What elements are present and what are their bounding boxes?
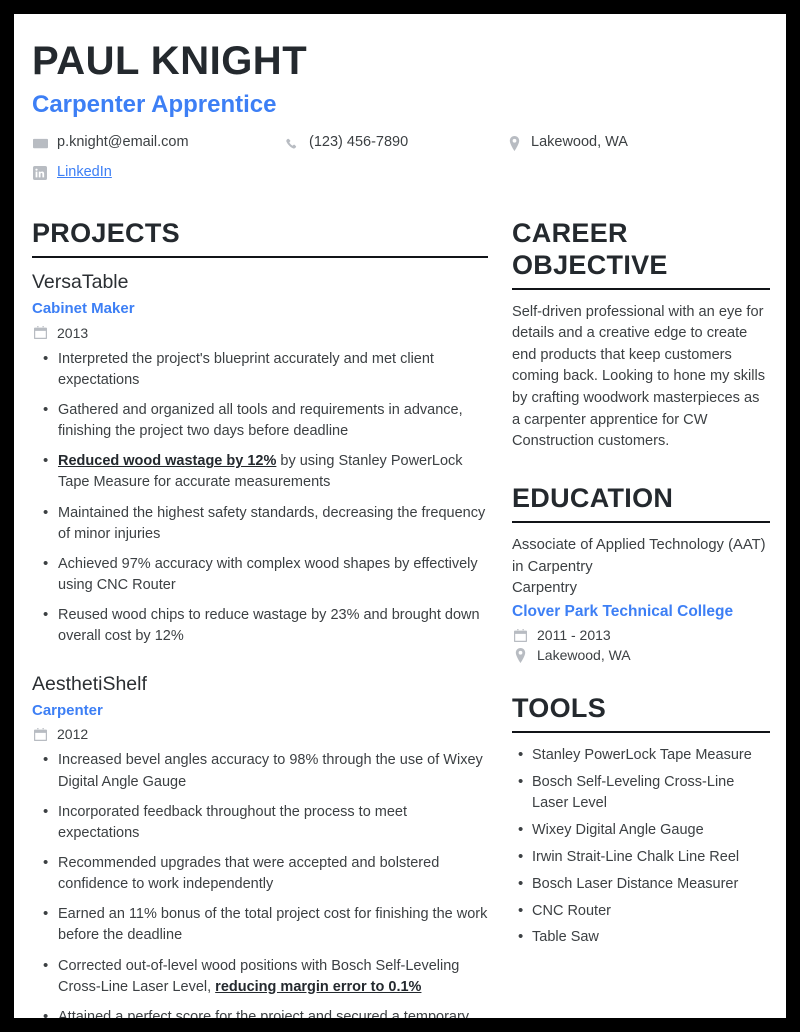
map-pin-icon (506, 135, 522, 151)
phone-icon (284, 135, 300, 151)
bullet-item: Attained a perfect score for the project… (43, 1006, 488, 1018)
section-divider (32, 255, 488, 258)
project-date-text: 2012 (57, 726, 89, 743)
bullet-item: Gathered and organized all tools and req… (43, 399, 488, 442)
project-name: VersaTable (32, 270, 129, 293)
job-title: Carpenter Apprentice (32, 91, 277, 118)
project-name: AesthetiShelf (32, 672, 147, 695)
list-item: Bosch Self-Leveling Cross-Line Laser Lev… (518, 771, 770, 814)
bullet-item: Increased bevel angles accuracy to 98% t… (43, 749, 488, 792)
calendar-icon (32, 325, 48, 341)
page-title: PAUL KNIGHT (32, 39, 308, 83)
bullet-text: Incorporated feedback throughout the pro… (58, 803, 408, 841)
contact-phone[interactable]: (123) 456-7890 (284, 132, 506, 154)
project-entry: VersaTable Cabinet Maker 2013 • Interpre… (32, 270, 488, 648)
bullet-item: Incorporated feedback throughout the pro… (43, 801, 488, 844)
bullet-text: Maintained the highest safety standards,… (58, 504, 486, 542)
right-column: CAREER OBJECTIVE Self-driven professiona… (512, 218, 770, 1018)
contact-email[interactable]: p.knight@email.com (32, 132, 284, 154)
envelope-icon (32, 135, 48, 151)
bullet-text: Achieved 97% accuracy with complex wood … (58, 555, 478, 594)
bullet-highlight: reducing margin error to 0.1% (215, 978, 422, 995)
list-item: Irwin Strait-Line Chalk Line Reel (518, 846, 770, 868)
section-education: EDUCATION Associate of Applied Technolog… (512, 482, 770, 663)
bullet-highlight: Reduced wood wastage by 12% (58, 453, 277, 470)
bullet-text: Attained a perfect score for the project… (58, 1008, 470, 1018)
education-degree: Associate of Applied Technology (AAT) in… (512, 536, 766, 575)
project-date-text: 2013 (57, 324, 89, 341)
list-item: Bosch Laser Distance Measurer (518, 873, 770, 895)
project-role: Cabinet Maker (32, 300, 135, 318)
section-title-education: EDUCATION (512, 482, 674, 513)
section-divider (512, 731, 770, 734)
education-location-text: Lakewood, WA (537, 647, 631, 664)
contact-phone-text: (123) 456-7890 (309, 134, 409, 151)
education-date: 2011 - 2013 (512, 627, 770, 643)
list-item: Table Saw (518, 926, 770, 948)
map-pin-icon (512, 647, 528, 663)
project-role: Carpenter (32, 701, 103, 719)
contact-location-text: Lakewood, WA (531, 134, 628, 151)
project-date: 2013 (32, 325, 488, 341)
career-objective-text: Self-driven professional with an eye for… (512, 303, 766, 450)
list-item: Stanley PowerLock Tape Measure (518, 744, 770, 766)
bullet-text: Reused wood chips to reduce wastage by 2… (58, 607, 480, 645)
bullet-item: Maintained the highest safety standards,… (43, 502, 488, 545)
bullet-item: Achieved 97% accuracy with complex wood … (43, 553, 488, 596)
section-divider (512, 520, 770, 523)
education-school: Clover Park Technical College (512, 603, 734, 621)
contact-location: Lakewood, WA (506, 132, 628, 154)
column-gap (488, 218, 512, 1018)
education-location: Lakewood, WA (512, 647, 770, 663)
section-title-career-objective: CAREER OBJECTIVE (512, 217, 668, 280)
contact-linkedin-link[interactable]: LinkedIn (57, 162, 112, 184)
project-bullets: Increased bevel angles accuracy to 98% t… (32, 749, 488, 1018)
section-tools: TOOLS Stanley PowerLock Tape Measure Bos… (512, 693, 770, 948)
section-title-projects: PROJECTS (32, 217, 180, 248)
bullet-text: Interpreted the project's blueprint accu… (58, 350, 434, 388)
calendar-icon (512, 627, 528, 643)
bullet-item: Recommended upgrades that were accepted … (43, 852, 488, 895)
bullet-text: Recommended upgrades that were accepted … (58, 855, 440, 893)
resume-header: PAUL KNIGHT Carpenter Apprentice p.knigh… (32, 40, 768, 192)
resume-page: PAUL KNIGHT Carpenter Apprentice p.knigh… (14, 14, 786, 1018)
bullet-text: Gathered and organized all tools and req… (58, 401, 463, 440)
section-divider (512, 287, 770, 290)
contact-linkedin[interactable]: LinkedIn (32, 162, 768, 184)
contact-row: p.knight@email.com (123) 456-7890 Lakewo… (32, 132, 768, 192)
list-item: CNC Router (518, 900, 770, 922)
education-date-text: 2011 - 2013 (537, 627, 611, 644)
bullet-item: Reduced wood wastage by 12% by using Sta… (43, 450, 488, 493)
bullet-text: Increased bevel angles accuracy to 98% t… (58, 752, 483, 790)
bullet-item: Corrected out-of-level wood positions wi… (43, 955, 488, 998)
education-field: Carpentry (512, 580, 577, 597)
list-item: Wixey Digital Angle Gauge (518, 819, 770, 841)
section-projects: PROJECTS VersaTable Cabinet Maker 2013 •… (32, 218, 488, 1018)
bullet-item: Interpreted the project's blueprint accu… (43, 348, 488, 391)
tools-list: Stanley PowerLock Tape Measure Bosch Sel… (512, 744, 770, 948)
section-title-tools: TOOLS (512, 693, 607, 724)
bullet-text: Earned an 11% bonus of the total project… (58, 906, 488, 944)
left-column: PROJECTS VersaTable Cabinet Maker 2013 •… (32, 218, 488, 1018)
project-bullets: Interpreted the project's blueprint accu… (32, 348, 488, 648)
contact-email-text: p.knight@email.com (57, 134, 189, 151)
resume-body: PROJECTS VersaTable Cabinet Maker 2013 •… (32, 218, 770, 1018)
calendar-icon (32, 726, 48, 742)
project-entry: AesthetiShelf Carpenter 2012 • Increased… (32, 672, 488, 1019)
project-date: 2012 (32, 726, 488, 742)
bullet-item: Earned an 11% bonus of the total project… (43, 903, 488, 946)
bullet-item: Reused wood chips to reduce wastage by 2… (43, 604, 488, 647)
section-career-objective: CAREER OBJECTIVE Self-driven professiona… (512, 218, 770, 453)
linkedin-icon (32, 165, 48, 181)
